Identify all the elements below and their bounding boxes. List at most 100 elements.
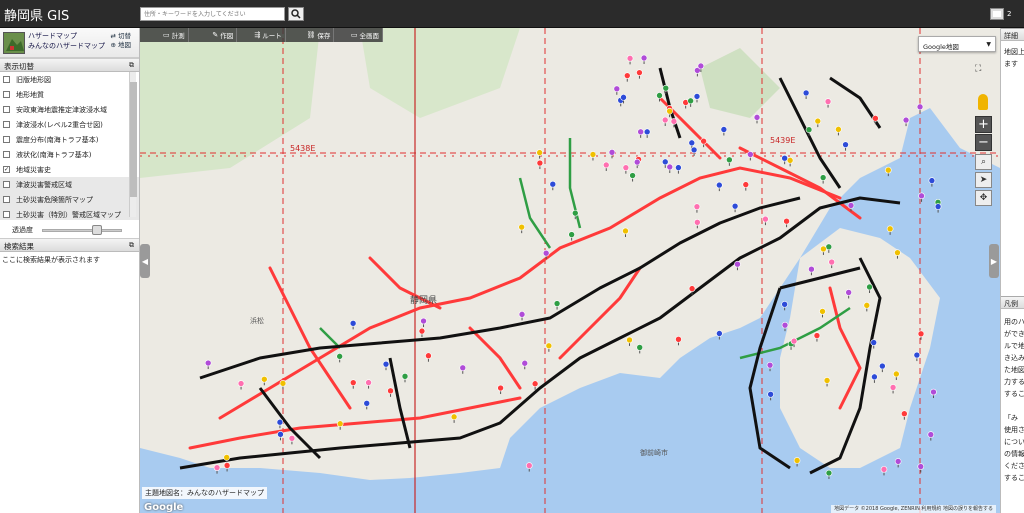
legend-text-line: 「み	[1004, 414, 1018, 422]
layer-checkbox[interactable]	[3, 196, 10, 203]
opacity-slider-handle[interactable]	[92, 225, 103, 235]
layer-item[interactable]: 津波災害警戒区域	[0, 177, 139, 192]
app-title: 静岡県 GIS	[4, 9, 70, 24]
hazard-marker[interactable]	[927, 431, 935, 441]
layer-checkbox[interactable]	[3, 106, 10, 113]
legend-text-line: ができ	[1004, 330, 1024, 338]
hazard-marker[interactable]	[894, 458, 902, 468]
hazard-marker[interactable]	[525, 462, 533, 472]
layer-label: 地域災害史	[16, 165, 51, 174]
layer-checkbox[interactable]	[3, 136, 10, 143]
hazard-marker[interactable]	[716, 330, 723, 340]
layer-label: 安政東海地震推定津波浸水域	[16, 105, 107, 114]
layers-panel-title[interactable]: 表示切替 ⧉	[0, 58, 139, 72]
layer-item[interactable]: 土砂災害危険箇所マップ	[0, 192, 139, 207]
right-panel: 詳細 地図上 ます 凡例 用のハ ができ ルで地 き込み た地図 力する するこ 「み 使用さ につ…	[1000, 28, 1024, 513]
detail-title[interactable]: 詳細	[1001, 28, 1024, 41]
hazard-marker[interactable]	[918, 192, 925, 202]
layer-checkbox[interactable]	[3, 181, 10, 188]
route-icon: ⇶	[254, 31, 261, 39]
results-panel-title[interactable]: 検索結果 ⧉	[0, 238, 139, 252]
layer-checkbox[interactable]	[3, 211, 10, 218]
legend-text-line: 使用さ	[1004, 426, 1024, 434]
toolbar-button-4[interactable]: ▭ 全画面	[334, 28, 383, 42]
search-input[interactable]	[140, 7, 285, 21]
hazard-marker[interactable]	[825, 469, 833, 480]
opacity-control: 透過度	[0, 220, 139, 238]
legend-text-line: ルで地	[1004, 342, 1024, 350]
window-icon[interactable]	[990, 8, 1004, 20]
select-tool-button[interactable]: ➤	[975, 172, 992, 188]
legend-title[interactable]: 凡例	[1001, 296, 1024, 309]
hazard-marker[interactable]	[928, 177, 936, 187]
layer-item[interactable]: 地形地質	[0, 87, 139, 102]
layer-checkbox[interactable]	[3, 76, 10, 83]
collapse-left-arrow[interactable]: ◀	[140, 244, 150, 278]
hazard-marker[interactable]	[885, 166, 892, 177]
layer-item[interactable]: 震度分布(南海トラフ基本)	[0, 132, 139, 147]
hazard-marker[interactable]	[223, 462, 231, 472]
map-type-select[interactable]: Google地図 ▼	[918, 36, 996, 52]
layer-label: 津波浸水(レベル2重合せ図)	[16, 120, 103, 129]
map-canvas[interactable]: ▭ 計測 ✎ 作図 ⇶ ルート ⛓ 保存 ▭ 全画面 静岡県 5438E 5439E 御前崎市 浜…	[140, 28, 1000, 513]
opacity-slider[interactable]	[42, 229, 122, 232]
layer-label: 旧版地形図	[16, 75, 51, 84]
hazard-marker[interactable]	[917, 463, 925, 473]
hazard-marker[interactable]	[213, 464, 221, 474]
layer-checkbox[interactable]: ✓	[3, 166, 10, 173]
street-view-pegman-icon[interactable]	[978, 94, 988, 110]
fullscreen-icon: ▭	[350, 31, 358, 39]
search-icon	[291, 9, 301, 19]
map-attribution[interactable]: 地図データ ©2018 Google, ZENRIN 利用規約 地図の誤りを報告…	[831, 505, 996, 513]
map-drawing[interactable]	[140, 28, 1000, 513]
search-button[interactable]	[288, 7, 304, 21]
google-logo: Google	[144, 502, 184, 513]
hazard-map-thumbnail[interactable]	[3, 32, 25, 54]
switch-button[interactable]: ⇄ 切替	[110, 32, 131, 41]
legend-text-line: 用のハ	[1004, 318, 1024, 326]
magnify-tool-button[interactable]: ⌕	[975, 154, 992, 170]
layer-checkbox[interactable]	[3, 121, 10, 128]
layer-checkbox[interactable]	[3, 91, 10, 98]
scrollbar-thumb[interactable]	[130, 82, 137, 197]
hazard-marker[interactable]	[766, 361, 774, 372]
top-bar: 静岡県 GIS 2	[0, 0, 1024, 28]
hazard-marker[interactable]	[781, 301, 788, 311]
layer-label: 土砂災害（特別）警戒区域マップ	[16, 210, 121, 219]
zoom-in-button[interactable]: +	[975, 116, 992, 133]
layer-checkbox[interactable]	[3, 151, 10, 158]
layer-item[interactable]: 旧版地形図	[0, 72, 139, 87]
hazard-marker[interactable]	[934, 203, 942, 213]
hazard-marker[interactable]	[767, 391, 774, 401]
hazard-marker[interactable]	[793, 457, 801, 467]
popout-icon[interactable]: ⧉	[129, 61, 134, 70]
layer-label: 津波災害警戒区域	[16, 180, 72, 189]
hazard-marker[interactable]	[886, 225, 894, 235]
layer-item[interactable]: 土砂災害（特別）警戒区域マップ	[0, 207, 139, 220]
layer-item[interactable]: 安政東海地震推定津波浸水域	[0, 102, 139, 117]
move-tool-button[interactable]: ✥	[975, 190, 992, 206]
toolbar-button-3[interactable]: ⛓ 保存	[286, 28, 335, 42]
opacity-label: 透過度	[12, 226, 33, 234]
toolbar-button-2[interactable]: ⇶ ルート	[237, 28, 286, 42]
layer-item[interactable]: 津波浸水(レベル2重合せ図)	[0, 117, 139, 132]
layer-list-scrollbar[interactable]	[129, 72, 137, 217]
zoom-out-button[interactable]: −	[975, 134, 992, 151]
toolbar-button-0[interactable]: ▭ 計測	[140, 28, 189, 42]
layer-item[interactable]: 液状化(南海トラフ基本)	[0, 147, 139, 162]
fullscreen-icon[interactable]: ⛶	[975, 64, 987, 76]
hazard-marker[interactable]	[880, 466, 888, 476]
sidebar: ハザードマップ みんなのハザードマップ ⇄ 切替 ⊕ 地図 表示切替 ⧉ 旧版地…	[0, 28, 140, 513]
map-button[interactable]: ⊕ 地図	[110, 41, 131, 50]
layer-label: 地形地質	[16, 90, 44, 99]
layer-item[interactable]: ✓ 地域災害史	[0, 162, 139, 177]
hazard-map-switch[interactable]: ⇄ 切替 ⊕ 地図	[110, 32, 131, 50]
toolbar-button-1[interactable]: ✎ 作図	[189, 28, 238, 42]
popout-icon[interactable]: ⧉	[129, 241, 134, 250]
detail-text-line: 地図上	[1004, 48, 1024, 56]
hazard-marker[interactable]	[930, 388, 937, 399]
toolbar-button-label: ルート	[262, 32, 282, 40]
collapse-right-arrow[interactable]: ▶	[989, 244, 999, 278]
page-indicator: 2	[1007, 10, 1012, 18]
toolbar-button-label: 作図	[220, 32, 234, 40]
